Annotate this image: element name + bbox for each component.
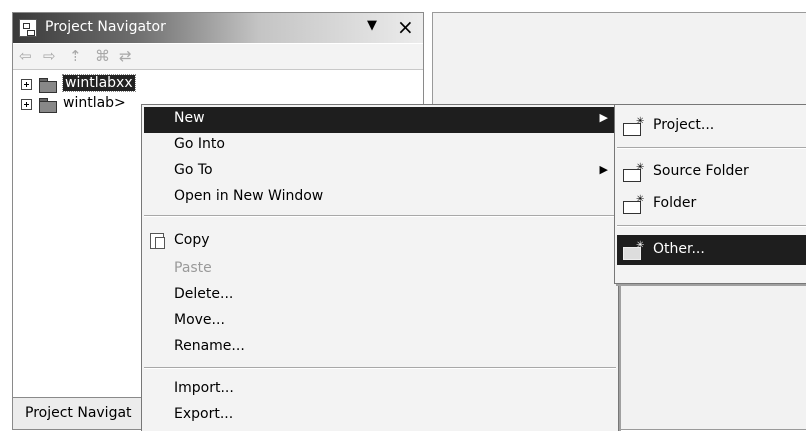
menu-item-label: Open in New Window — [174, 188, 324, 204]
up-icon[interactable]: ⇡ — [69, 47, 82, 65]
context-menu: New ▶ Go Into Go To ▶ Open in New Window… — [141, 104, 619, 431]
submenu-item-project[interactable]: ✳ Project... — [617, 111, 806, 141]
menu-item-label: Paste — [174, 260, 212, 276]
menu-separator — [617, 147, 806, 149]
menu-item-label: Delete... — [174, 286, 234, 302]
new-wizard-icon: ✳ — [623, 241, 647, 260]
new-source-folder-icon: ✳ — [623, 163, 647, 182]
menu-item-copy[interactable]: Copy — [144, 229, 616, 255]
submenu-arrow-icon: ▶ — [599, 111, 608, 124]
submenu-item-folder[interactable]: ✳ Folder — [617, 189, 806, 219]
menu-separator — [617, 225, 806, 227]
new-submenu: ✳ Project... ✳ Source Folder ✳ Folder ✳ … — [614, 104, 806, 284]
menu-item-go-into[interactable]: Go Into — [144, 133, 616, 159]
menu-separator — [144, 367, 616, 369]
tree-item[interactable]: wintlab> — [21, 95, 161, 115]
menu-item-label: New — [174, 110, 205, 126]
menu-item-label: Move... — [174, 312, 225, 328]
menu-item-new[interactable]: New ▶ — [144, 107, 616, 133]
view-menu-icon[interactable]: ▼ — [367, 18, 377, 33]
copy-icon — [150, 233, 165, 249]
menu-item-label: Go To — [174, 162, 213, 178]
expand-icon[interactable] — [21, 79, 32, 90]
collapse-all-icon[interactable]: ⌘ — [95, 47, 110, 65]
menu-item-go-to[interactable]: Go To ▶ — [144, 159, 616, 185]
submenu-item-label: Project... — [653, 117, 715, 133]
project-folder-icon — [37, 76, 57, 93]
menu-item-rename[interactable]: Rename... — [144, 335, 616, 361]
submenu-item-label: Source Folder — [653, 163, 749, 179]
menu-item-label: Copy — [174, 232, 210, 248]
tab-project-navigator[interactable]: Project Navigat — [13, 397, 143, 429]
menu-separator — [144, 215, 616, 217]
menu-item-label: Rename... — [174, 338, 245, 354]
submenu-item-source-folder[interactable]: ✳ Source Folder — [617, 157, 806, 187]
submenu-item-other[interactable]: ✳ Other... — [617, 235, 806, 265]
view-title-bar: Project Navigator ▼ × — [13, 13, 423, 43]
forward-icon[interactable]: ⇨ — [43, 47, 56, 65]
menu-item-import[interactable]: Import... — [144, 377, 616, 403]
menu-item-open-in-new-window[interactable]: Open in New Window — [144, 185, 616, 211]
submenu-arrow-icon: ▶ — [599, 163, 608, 176]
tree-item-label: wintlabxx — [62, 74, 136, 92]
navigator-toolbar: ⇦ ⇨ ⇡ ⌘ ⇄ — [13, 44, 423, 70]
menu-item-label: Go Into — [174, 136, 225, 152]
menu-item-paste: Paste — [144, 257, 616, 283]
menu-item-label: Import... — [174, 380, 234, 396]
new-project-icon: ✳ — [623, 117, 647, 136]
menu-item-label: Export... — [174, 406, 234, 422]
view-title: Project Navigator — [45, 19, 166, 35]
close-icon[interactable]: × — [397, 15, 414, 39]
submenu-item-label: Other... — [653, 241, 705, 257]
menu-item-export[interactable]: Export... — [144, 403, 616, 429]
menu-item-move[interactable]: Move... — [144, 309, 616, 335]
submenu-item-label: Folder — [653, 195, 697, 211]
new-folder-icon: ✳ — [623, 195, 647, 214]
tree-item-label: wintlab> — [63, 95, 126, 111]
project-folder-icon — [37, 96, 57, 113]
back-icon[interactable]: ⇦ — [19, 47, 32, 65]
menu-item-delete[interactable]: Delete... — [144, 283, 616, 309]
link-with-editor-icon[interactable]: ⇄ — [119, 47, 132, 65]
navigator-view-icon — [19, 19, 37, 37]
tree-item[interactable]: wintlabxx — [21, 74, 161, 95]
expand-icon[interactable] — [21, 99, 32, 110]
